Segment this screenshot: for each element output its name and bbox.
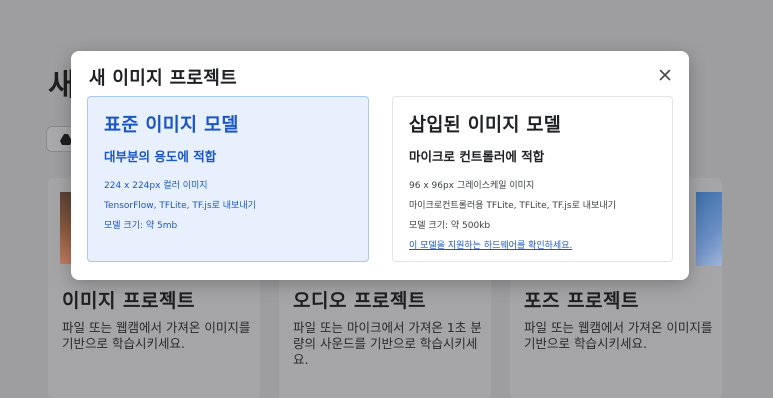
option-title: 삽입된 이미지 모델 (409, 115, 562, 136)
card-photo (696, 192, 722, 266)
option-detail: 모델 크기: 약 500kb (409, 221, 491, 231)
option-subtitle: 마이크로 컨트롤러에 적합 (409, 149, 545, 164)
option-detail: 마이크로컨트롤러용 TFLite, TFLite, TF.js로 내보내기 (409, 201, 616, 211)
option-title: 표준 이미지 모델 (104, 115, 239, 136)
card-title: 이미지 프로젝트 (62, 290, 195, 312)
card-description: 파일 또는 웹캠에서 가져온 이미지를 기반으로 학습시키세요. (62, 320, 251, 351)
card-description: 파일 또는 웹캠에서 가져온 이미지를 기반으로 학습시키세요. (524, 320, 713, 351)
card-title: 포즈 프로젝트 (524, 290, 639, 312)
close-button[interactable] (654, 64, 676, 86)
option-subtitle: 대부분의 용도에 적합 (104, 149, 217, 164)
supported-hardware-link[interactable]: 이 모델을 지원하는 하드웨어를 확인하세요. (409, 236, 656, 256)
card-description: 파일 또는 마이크에서 가져온 1초 분량의 사운드를 기반으로 학습시키세요. (293, 320, 482, 367)
option-detail: 96 x 96px 그레이스케일 이미지 (409, 181, 535, 191)
option-detail: 모델 크기: 약 5mb (104, 221, 178, 231)
dialog-title: 새 이미지 프로젝트 (89, 68, 238, 89)
close-icon (659, 69, 671, 81)
new-image-project-dialog: 새 이미지 프로젝트 표준 이미지 모델 대부분의 용도에 적합 224 x 2… (71, 51, 689, 280)
option-detail: TensorFlow, TFLite, TF.js로 내보내기 (104, 201, 256, 211)
option-detail: 224 x 224px 컬러 이미지 (104, 181, 208, 191)
embedded-image-model-option[interactable]: 삽입된 이미지 모델 마이크로 컨트롤러에 적합 96 x 96px 그레이스케… (392, 96, 673, 262)
standard-image-model-option[interactable]: 표준 이미지 모델 대부분의 용도에 적합 224 x 224px 컬러 이미지… (87, 96, 369, 262)
card-title: 오디오 프로젝트 (293, 290, 426, 312)
